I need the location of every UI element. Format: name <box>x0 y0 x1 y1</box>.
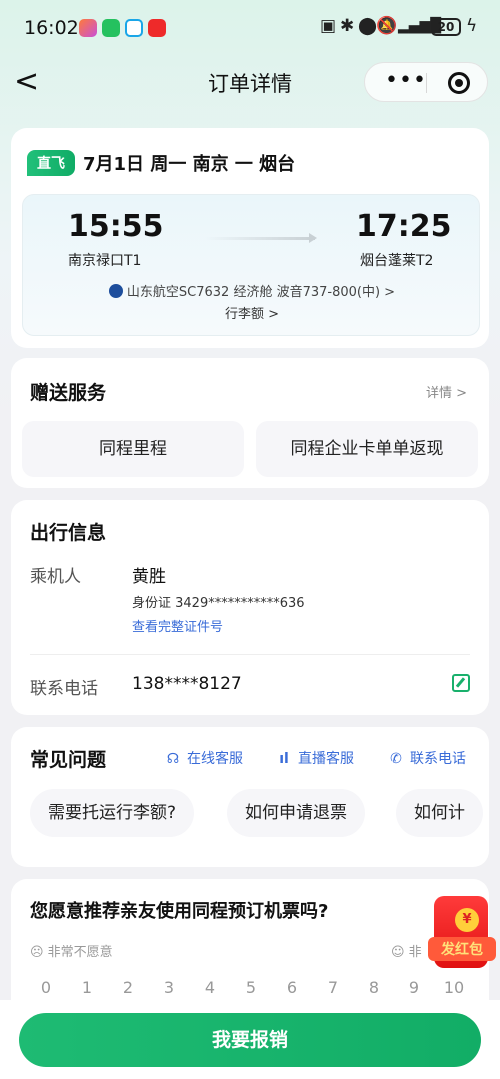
airline-info[interactable]: 山东航空SC7632 经济舱 波音737-800(中) > <box>23 281 481 300</box>
divider <box>30 654 470 655</box>
airline-logo-icon <box>108 284 123 298</box>
bluetooth-icon: ✱ <box>340 16 355 36</box>
passenger-name: 黄胜 <box>132 567 166 587</box>
depart-airport: 南京禄口T1 <box>68 253 142 269</box>
phone-number: 138****8127 <box>132 674 242 694</box>
travel-info-card: 出行信息 乘机人 黄胜 身份证 3429***********636 查看完整证… <box>11 500 489 715</box>
service-card: 赠送服务 详情 > 同程里程 同程企业卡单单返现 <box>11 358 489 488</box>
passenger-label: 乘机人 <box>30 567 81 587</box>
baggage-link[interactable]: 行李额 > <box>23 303 481 322</box>
bottom-bar: 我要报销 <box>0 1000 500 1079</box>
reimburse-button[interactable]: 我要报销 <box>19 1013 481 1067</box>
score-9[interactable]: 9 <box>402 978 426 997</box>
service-chip-cashback[interactable]: 同程企业卡单单返现 <box>256 421 478 477</box>
arrive-time: 17:25 <box>356 209 452 244</box>
survey-high-label: ☺ 非 <box>391 945 422 960</box>
score-2[interactable]: 2 <box>116 978 140 997</box>
status-time: 16:02 <box>24 17 79 39</box>
score-7[interactable]: 7 <box>321 978 345 997</box>
score-5[interactable]: 5 <box>239 978 263 997</box>
capsule-divider <box>426 73 427 93</box>
score-6[interactable]: 6 <box>280 978 304 997</box>
faq-card: 常见问题 ☊ 在线客服 ıl 直播客服 ✆ 联系电话 需要托运行李额? 如何申请退票 … <box>11 727 489 867</box>
nfc-icon: ▣ <box>320 16 337 36</box>
view-full-id-link[interactable]: 查看完整证件号 <box>132 616 223 635</box>
faq-question-more[interactable]: 如何计 <box>396 789 483 837</box>
charging-icon: ϟ <box>466 16 478 36</box>
service-chip-mileage[interactable]: 同程里程 <box>22 421 244 477</box>
status-bar: 16:02 ▣ ✱ ⬤ 🔕 ▂▄▆█ 20 ϟ <box>0 0 500 56</box>
app-notification-icon <box>79 19 97 37</box>
wechat-icon <box>102 19 120 37</box>
airline-info-text: 山东航空SC7632 经济舱 波音737-800(中) > <box>126 285 396 300</box>
flight-date-route: 7月1日 周一 南京 一 烟台 <box>83 154 296 175</box>
score-10[interactable]: 10 <box>442 978 466 997</box>
faq-question-refund[interactable]: 如何申请退票 <box>227 789 365 837</box>
mute-icon: 🔕 <box>376 16 398 36</box>
battery-icon: 20 <box>431 18 461 36</box>
score-1[interactable]: 1 <box>75 978 99 997</box>
faq-title: 常见问题 <box>30 749 107 771</box>
headset-icon: ☊ <box>166 751 180 767</box>
shopping-app-icon <box>148 19 166 37</box>
arrive-airport: 烟台蓬莱T2 <box>360 253 434 269</box>
nav-bar: < 订单详情 ••• <box>0 56 500 108</box>
depart-time: 15:55 <box>68 209 164 244</box>
score-0[interactable]: 0 <box>34 978 58 997</box>
live-bars-icon: ıl <box>279 751 289 767</box>
flight-detail-box[interactable]: 15:55 南京禄口T1 17:25 烟台蓬莱T2 山东航空SC7632 经济舱… <box>22 194 480 336</box>
travel-info-title: 出行信息 <box>30 522 107 544</box>
phone-icon: ✆ <box>390 751 402 767</box>
coin-icon: ¥ <box>455 908 479 932</box>
edit-icon[interactable] <box>452 674 470 692</box>
location-icon: ⬤ <box>358 16 378 36</box>
live-service-link[interactable]: ıl 直播客服 <box>276 748 354 768</box>
contact-phone-link[interactable]: ✆ 联系电话 <box>388 748 466 768</box>
id-number: 身份证 3429***********636 <box>132 596 305 611</box>
close-miniprogram-icon[interactable] <box>448 72 470 94</box>
survey-question: 您愿意推荐亲友使用同程预订机票吗? <box>30 901 329 922</box>
score-3[interactable]: 3 <box>157 978 181 997</box>
live-service-label: 直播客服 <box>298 751 354 767</box>
red-packet-label: 发红包 <box>428 937 496 961</box>
service-title: 赠送服务 <box>30 382 107 404</box>
faq-question-baggage[interactable]: 需要托运行李额? <box>30 789 195 837</box>
contact-phone-label: 联系电话 <box>410 751 466 767</box>
red-packet-button[interactable]: ¥ 发红包 <box>428 896 496 972</box>
online-service-link[interactable]: ☊ 在线客服 <box>165 748 243 768</box>
more-icon[interactable]: ••• <box>385 68 427 93</box>
direct-flight-badge: 直飞 <box>27 150 75 176</box>
phone-label: 联系电话 <box>30 679 98 699</box>
online-service-label: 在线客服 <box>187 751 243 767</box>
flight-arrow-icon <box>205 233 317 243</box>
miniprogram-capsule: ••• <box>364 62 488 102</box>
survey-low-label: ☹ 非常不愿意 <box>30 945 113 960</box>
chat-bubble-icon <box>125 19 143 37</box>
flight-card: 直飞 7月1日 周一 南京 一 烟台 15:55 南京禄口T1 17:25 烟台… <box>11 128 489 348</box>
nps-survey-card: 您愿意推荐亲友使用同程预订机票吗? ☹ 非常不愿意 ☺ 非 0 1 2 3 4 … <box>11 879 489 1019</box>
score-8[interactable]: 8 <box>362 978 386 997</box>
service-details-link[interactable]: 详情 > <box>426 382 467 401</box>
score-4[interactable]: 4 <box>198 978 222 997</box>
